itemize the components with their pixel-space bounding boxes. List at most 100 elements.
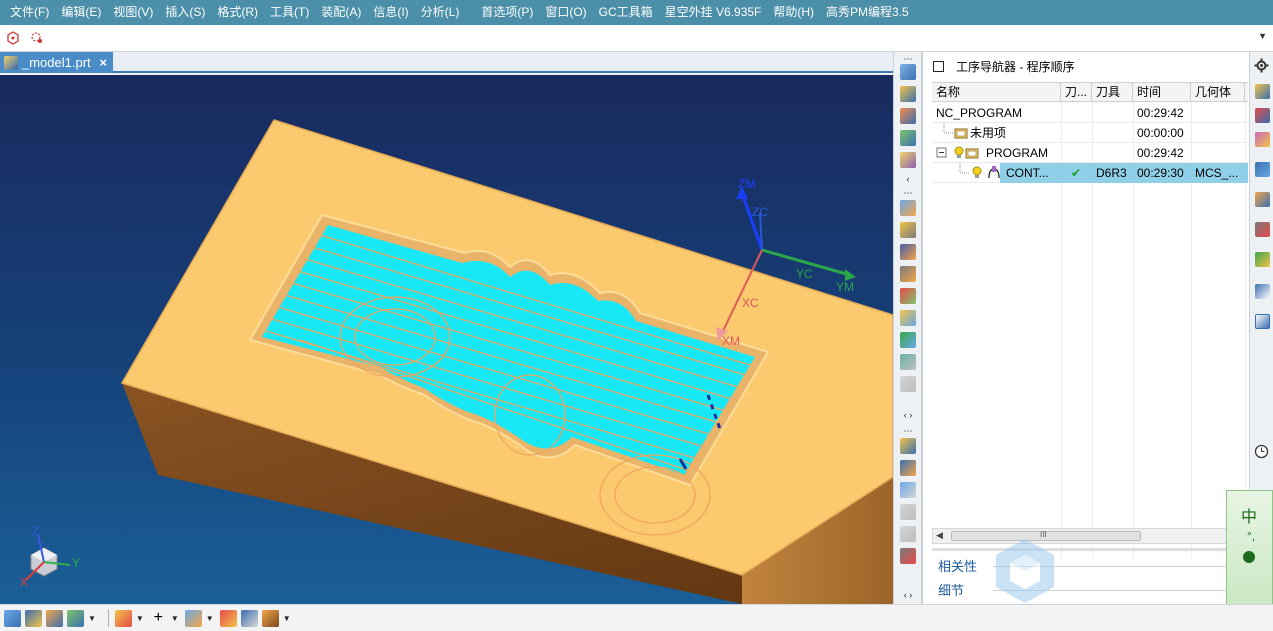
clock-icon[interactable] (1254, 444, 1269, 459)
add-cross-icon[interactable]: + (150, 609, 167, 627)
menu-format[interactable]: 格式(R) (211, 0, 264, 25)
toolbar-grip[interactable]: ⋯ (898, 54, 918, 64)
assembly-navigator-icon[interactable] (1255, 84, 1270, 99)
row-tool: D6R3 (1096, 166, 1127, 180)
view-options-dropdown[interactable]: ▼ (88, 614, 96, 623)
grid-horizontal-scrollbar[interactable]: ◀ III (932, 528, 1248, 544)
menu-insert[interactable]: 插入(S) (159, 0, 211, 25)
add-dropdown[interactable]: ▼ (171, 614, 179, 623)
menu-edit[interactable]: 编辑(E) (55, 0, 107, 25)
zm-axis-label: ZM (738, 177, 755, 191)
history-icon[interactable] (1255, 314, 1270, 329)
menu-preferences[interactable]: 首选项(P) (475, 0, 539, 25)
menu-tools[interactable]: 工具(T) (264, 0, 315, 25)
verify-quick-icon[interactable] (219, 609, 237, 627)
menu-assembly[interactable]: 装配(A) (315, 0, 367, 25)
tree-row-unused[interactable]: 未用项 00:00:00 (932, 123, 1248, 143)
document-tab[interactable]: _model1.prt × (0, 52, 113, 73)
create-tool-icon[interactable] (900, 86, 916, 102)
paste-object-icon[interactable] (900, 504, 916, 520)
post-quick-icon[interactable] (240, 609, 258, 627)
create-operation-icon[interactable] (900, 152, 916, 168)
reuse-library-icon[interactable] (1255, 252, 1270, 267)
dependencies-panel-toggle[interactable]: 相关性 (938, 556, 977, 575)
ime-half-width-icon[interactable] (1243, 551, 1255, 563)
menu-window[interactable]: 窗口(O) (539, 0, 592, 25)
create-geometry-icon[interactable] (900, 108, 916, 124)
row-name: 未用项 (970, 126, 1007, 140)
machining-feature-navigator-icon[interactable] (1255, 222, 1270, 237)
material-quick-icon[interactable] (261, 609, 279, 627)
list-toolpath-icon[interactable] (900, 244, 916, 260)
ime-mode-indicator[interactable]: 中 (1241, 503, 1257, 527)
constraint-navigator-icon[interactable] (1255, 108, 1270, 123)
tree-row-nc-program[interactable]: NC_PROGRAM 00:29:42 (932, 103, 1248, 123)
menu-pm-programming[interactable]: 高秀PM编程3.5 (820, 0, 915, 25)
tree-row-contour-operation[interactable]: CONT... ✔ D6R3 00:29:30 MCS_... (932, 163, 1248, 183)
delete-object-icon[interactable] (900, 548, 916, 564)
method-view-icon[interactable] (67, 609, 84, 627)
menu-help[interactable]: 帮助(H) (767, 0, 820, 25)
generate-toolpath-icon[interactable] (900, 200, 916, 216)
program-order-view-icon[interactable] (4, 609, 21, 627)
toolbar-grip-2[interactable]: ⋯ (898, 188, 918, 198)
machine-tool-navigator-icon[interactable] (1255, 192, 1270, 207)
row-time: 00:29:42 (1137, 146, 1184, 160)
cut-object-icon[interactable] (900, 460, 916, 476)
details-panel-toggle[interactable]: 细节 (938, 580, 964, 599)
collapse-icon[interactable] (936, 147, 948, 159)
shop-docs-icon[interactable] (900, 332, 916, 348)
web-browser-icon[interactable] (1255, 284, 1270, 299)
edit-object-icon[interactable] (900, 438, 916, 454)
snap-point-icon[interactable] (4, 29, 22, 47)
machine-tool-view-icon[interactable] (25, 609, 42, 627)
row-geometry: MCS_... (1195, 166, 1239, 180)
replay-toolpath-icon[interactable] (900, 222, 916, 238)
menu-file[interactable]: 文件(F) (4, 0, 55, 25)
create-program-icon[interactable] (900, 64, 916, 80)
scroll-left-icon[interactable]: ◀ (936, 530, 943, 541)
toolbar-expand-3[interactable]: ‹ › (898, 590, 918, 600)
verify-toolpath-icon[interactable] (900, 266, 916, 282)
settings-gear-icon[interactable] (1254, 58, 1269, 73)
copy-object-icon[interactable] (900, 482, 916, 498)
part-navigator-icon[interactable] (1255, 132, 1270, 147)
menu-plugin[interactable]: 星空外挂 V6.935F (659, 0, 768, 25)
selection-filter-icon[interactable] (28, 29, 46, 47)
document-tab-label: _model1.prt (22, 55, 91, 70)
simulate-machine-icon[interactable] (900, 288, 916, 304)
material-dropdown[interactable]: ▼ (283, 614, 291, 623)
paste-inside-icon[interactable] (900, 526, 916, 542)
generate-dropdown[interactable]: ▼ (206, 614, 214, 623)
toolbar-grip-3[interactable]: ⋯ (898, 426, 918, 436)
disabled-tool-icon[interactable] (900, 376, 916, 392)
column-header-name[interactable]: 名称 (932, 83, 1061, 102)
toolbar-expand-1[interactable]: ‹ (898, 174, 918, 184)
operation-navigator-tab-icon[interactable] (1255, 162, 1270, 177)
tree-row-program[interactable]: PROGRAM 00:29:42 (932, 143, 1248, 163)
menu-gc-toolbox[interactable]: GC工具箱 (593, 0, 659, 25)
column-header-tool-status[interactable]: 刀... (1061, 83, 1092, 102)
column-header-tool[interactable]: 刀具 (1092, 83, 1133, 102)
create-method-icon[interactable] (900, 130, 916, 146)
graphics-viewport[interactable]: ZM ZC YC YM XC XM Z Y X (0, 75, 893, 604)
column-header-geometry[interactable]: 几何体 (1191, 83, 1245, 102)
row-name: PROGRAM (986, 146, 1049, 160)
column-header-time[interactable]: 时间 (1133, 83, 1191, 102)
navigator-pin-checkbox[interactable] (933, 60, 944, 72)
toolbar-expand-2[interactable]: ‹ › (898, 410, 918, 420)
menu-view[interactable]: 视图(V) (107, 0, 159, 25)
generate-quick-icon[interactable] (184, 609, 202, 627)
geometry-view-icon[interactable] (46, 609, 63, 627)
toolbar-options-dropdown[interactable]: ▼ (1258, 31, 1267, 41)
create-program-quick-icon[interactable] (114, 609, 132, 627)
selection-toolbar: ▼ (0, 25, 1273, 52)
ime-punctuation-indicator[interactable]: °, (1247, 529, 1255, 543)
postprocess-icon[interactable] (900, 310, 916, 326)
panel-splitter[interactable] (932, 548, 1248, 551)
close-tab-icon[interactable]: × (99, 55, 107, 70)
output-cls-icon[interactable] (900, 354, 916, 370)
create-program-dropdown[interactable]: ▼ (136, 614, 144, 623)
menu-info[interactable]: 信息(I) (367, 0, 414, 25)
menu-analysis[interactable]: 分析(L) (415, 0, 466, 25)
